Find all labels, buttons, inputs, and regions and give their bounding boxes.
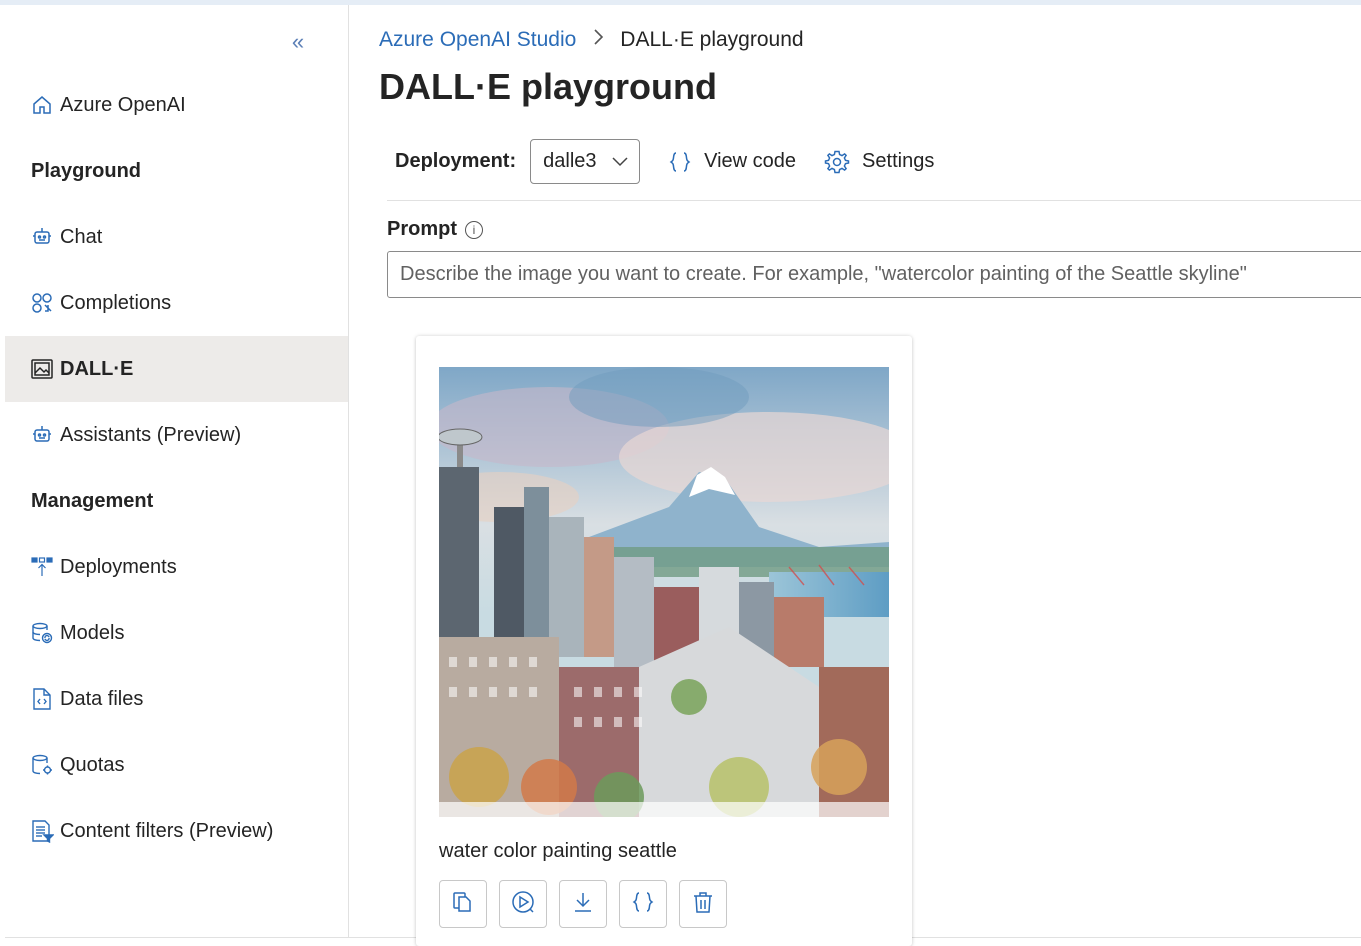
breadcrumb: Azure OpenAI Studio DALL·E playground — [379, 28, 804, 52]
settings-label: Settings — [862, 150, 935, 172]
copy-button[interactable] — [439, 880, 487, 928]
download-button[interactable] — [559, 880, 607, 928]
sidebar-item-label: Chat — [60, 225, 103, 248]
sidebar-item-label: Models — [60, 621, 125, 644]
prompt-label: Prompt i — [387, 218, 483, 241]
chevron-down-icon — [611, 150, 629, 173]
sidebar-item-label: Completions — [60, 291, 172, 314]
code-braces-icon — [668, 150, 692, 174]
toolbar: Deployment: dalle3 View code Settings — [395, 138, 934, 185]
copy-icon — [451, 890, 475, 919]
download-icon — [571, 890, 595, 919]
collapse-sidebar-button[interactable]: « — [284, 31, 312, 55]
section-title-management: Management — [31, 490, 154, 512]
completions-icon — [30, 291, 54, 315]
toolbar-divider — [387, 200, 1361, 201]
sidebar-item-azure-openai[interactable]: Azure OpenAI — [5, 72, 348, 138]
sidebar-item-deployments[interactable]: Deployments — [5, 534, 348, 600]
sidebar-item-label: Data files — [60, 687, 144, 710]
double-chevron-left-icon: « — [291, 29, 305, 54]
sidebar-item-label: Deployments — [60, 555, 177, 578]
deployments-icon — [30, 555, 54, 579]
section-title-playground: Playground — [31, 160, 142, 182]
sidebar-item-label: Azure OpenAI — [60, 93, 186, 116]
image-caption: water color painting seattle — [439, 840, 677, 862]
generated-image[interactable] — [439, 367, 889, 817]
delete-icon — [691, 890, 715, 919]
sidebar-item-quotas[interactable]: Quotas — [5, 732, 348, 798]
image-actions — [439, 880, 739, 928]
sidebar-item-label: Assistants (Preview) — [60, 423, 242, 446]
models-icon — [30, 621, 54, 645]
quotas-icon — [30, 753, 54, 777]
sidebar-item-content-filters[interactable]: Content filters (Preview) — [5, 798, 348, 864]
home-icon — [30, 93, 54, 117]
image-result-card: water color painting seattle — [416, 336, 912, 946]
sidebar-item-dalle[interactable]: DALL·E — [5, 336, 348, 402]
bot-icon — [30, 225, 54, 249]
sidebar-item-label: DALL·E — [60, 357, 134, 380]
breadcrumb-current: DALL·E playground — [620, 28, 804, 51]
sidebar-item-chat[interactable]: Chat — [5, 204, 348, 270]
sidebar-item-models[interactable]: Models — [5, 600, 348, 666]
view-code-image-button[interactable] — [619, 880, 667, 928]
gear-icon — [824, 149, 850, 175]
chevron-right-icon — [592, 28, 604, 52]
generate-variation-button[interactable] — [499, 880, 547, 928]
prompt-input[interactable] — [387, 251, 1361, 298]
sidebar-item-label: Quotas — [60, 753, 125, 776]
info-icon[interactable]: i — [465, 220, 483, 239]
delete-button[interactable] — [679, 880, 727, 928]
sidebar: « Azure OpenAI Playground Chat Completio… — [5, 5, 349, 937]
settings-button[interactable]: Settings — [824, 149, 934, 175]
view-code-label: View code — [704, 150, 797, 172]
breadcrumb-link-studio[interactable]: Azure OpenAI Studio — [379, 28, 576, 52]
content-filter-icon — [30, 819, 54, 843]
sidebar-item-data-files[interactable]: Data files — [5, 666, 348, 732]
view-code-button[interactable]: View code — [668, 150, 796, 174]
prompt-label-text: Prompt — [387, 218, 457, 240]
deployment-label: Deployment: — [395, 150, 517, 172]
deployment-value: dalle3 — [543, 150, 597, 172]
sidebar-item-completions[interactable]: Completions — [5, 270, 348, 336]
variation-icon — [510, 889, 536, 920]
code-icon — [631, 890, 655, 919]
deployment-dropdown[interactable]: dalle3 — [530, 139, 641, 184]
data-file-icon — [30, 687, 54, 711]
page-title: DALL·E playground — [379, 66, 717, 107]
sidebar-item-label: Content filters (Preview) — [60, 819, 274, 842]
sidebar-item-assistants[interactable]: Assistants (Preview) — [5, 402, 348, 468]
bot-icon — [30, 423, 54, 447]
image-icon — [30, 357, 54, 381]
